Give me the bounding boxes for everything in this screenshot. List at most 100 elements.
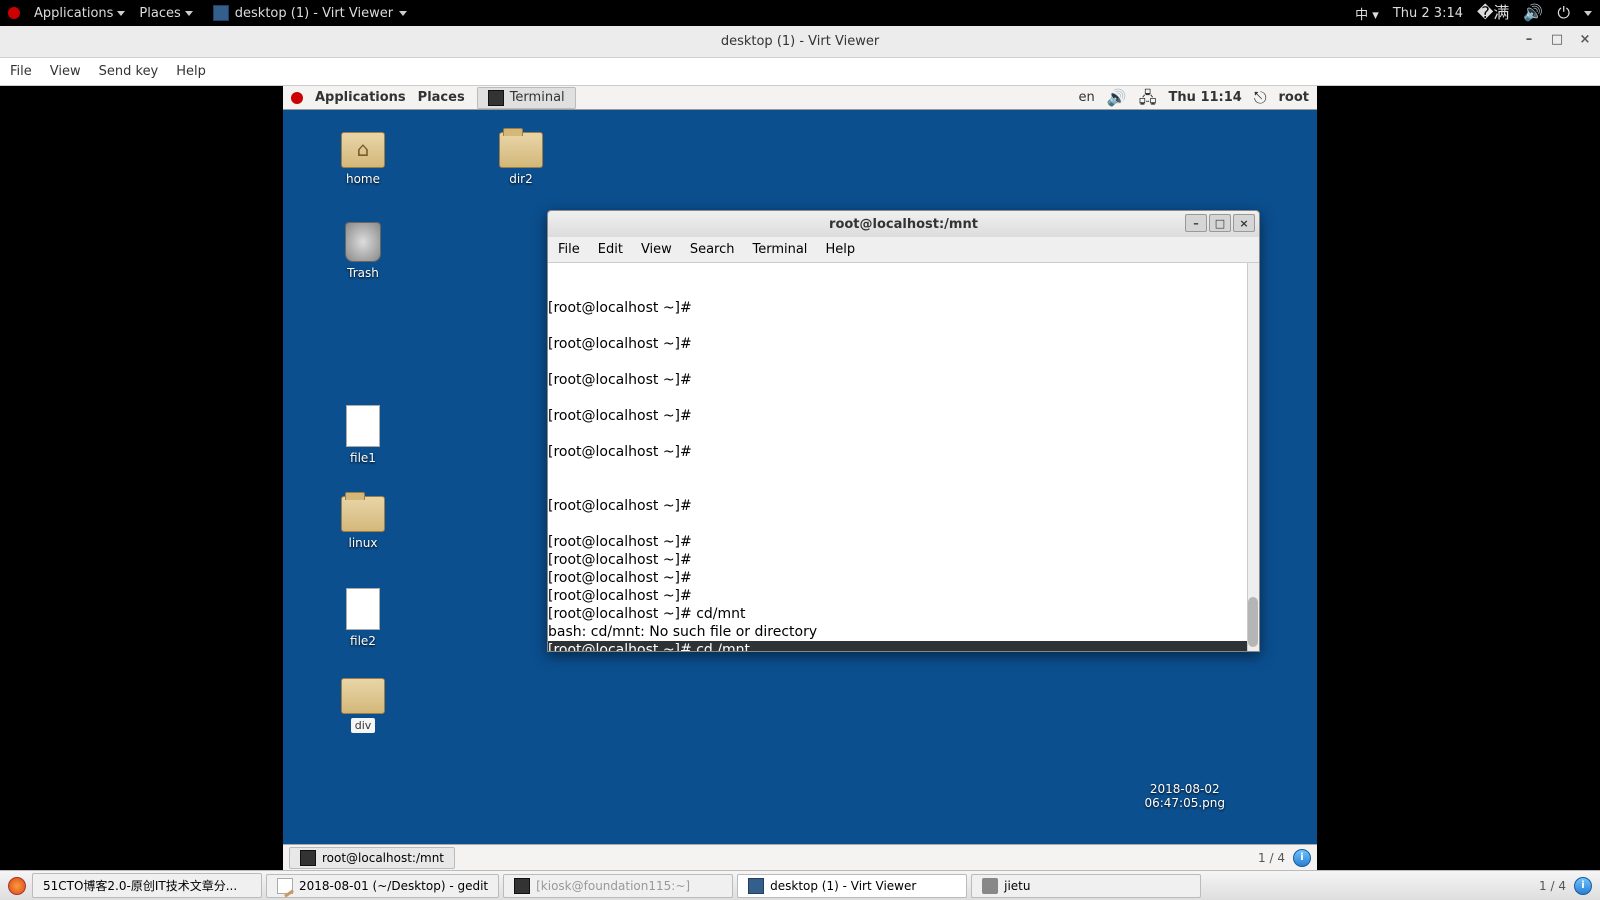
folder-icon bbox=[499, 132, 543, 168]
task-label: root@localhost:/mnt bbox=[322, 851, 444, 865]
menu-help[interactable]: Help bbox=[176, 64, 206, 79]
panel-task-label: desktop (1) - Virt Viewer bbox=[235, 6, 393, 21]
guest-user[interactable]: root bbox=[1279, 90, 1310, 105]
terminal-line: [root@localhost ~]# bbox=[548, 443, 1259, 461]
outer-bottom-panel: 51CTO博客2.0-原创IT技术文章分... 2018-08-01 (~/De… bbox=[0, 870, 1600, 900]
ime-indicator[interactable]: 中 ▾ bbox=[1355, 4, 1379, 23]
places-menu[interactable]: Places bbox=[139, 6, 192, 21]
guest-lang-indicator[interactable]: en bbox=[1079, 90, 1095, 105]
icon-label-line2: 06:47:05.png bbox=[1144, 796, 1225, 810]
scrollbar-thumb[interactable] bbox=[1248, 597, 1258, 647]
scrollbar[interactable] bbox=[1247, 263, 1259, 651]
volume-icon[interactable]: 🔊 bbox=[1523, 5, 1543, 21]
file-icon bbox=[346, 405, 380, 447]
network-icon[interactable]: 🖧 bbox=[1139, 90, 1157, 106]
guest-applications-menu[interactable]: Applications bbox=[315, 90, 406, 105]
icon-label: Trash bbox=[323, 266, 403, 280]
terminal-line: [root@localhost ~]# bbox=[548, 587, 1259, 605]
maximize-button[interactable]: □ bbox=[1550, 32, 1564, 47]
guest-places-menu[interactable]: Places bbox=[418, 90, 465, 105]
terminal-line bbox=[548, 389, 1259, 407]
taskbar-item-gedit[interactable]: 2018-08-01 (~/Desktop) - gedit bbox=[266, 874, 499, 898]
outer-top-panel: Applications Places desktop (1) - Virt V… bbox=[0, 0, 1600, 26]
task-label: [kiosk@foundation115:~] bbox=[536, 879, 690, 893]
desktop-icon-dir2[interactable]: dir2 bbox=[481, 132, 561, 186]
desktop-icon-linux[interactable]: linux bbox=[323, 496, 403, 550]
notification-badge[interactable]: i bbox=[1574, 877, 1592, 895]
workspace-indicator[interactable]: 1 / 4 bbox=[1258, 851, 1285, 865]
minimize-button[interactable]: – bbox=[1185, 214, 1207, 232]
menu-view[interactable]: View bbox=[641, 242, 672, 257]
taskbar-item-browser[interactable]: 51CTO博客2.0-原创IT技术文章分... bbox=[32, 873, 262, 898]
wifi-icon[interactable]: �满 bbox=[1477, 5, 1509, 21]
terminal-line bbox=[548, 353, 1259, 371]
menu-terminal[interactable]: Terminal bbox=[752, 242, 807, 257]
terminal-line: bash: cd/mnt: No such file or directory bbox=[548, 623, 1259, 641]
chevron-down-icon bbox=[117, 11, 125, 16]
terminal-window[interactable]: root@localhost:/mnt – □ × File Edit View… bbox=[547, 210, 1260, 652]
menu-help[interactable]: Help bbox=[825, 242, 855, 257]
desktop-icon-home[interactable]: home bbox=[323, 132, 403, 186]
close-button[interactable]: × bbox=[1578, 32, 1592, 47]
app-icon bbox=[982, 878, 998, 894]
menu-edit[interactable]: Edit bbox=[598, 242, 623, 257]
notification-badge[interactable]: i bbox=[1293, 849, 1311, 867]
icon-label: linux bbox=[323, 536, 403, 550]
guest-panel-task[interactable]: Terminal bbox=[477, 87, 576, 109]
terminal-line: [root@localhost ~]# bbox=[548, 569, 1259, 587]
virt-viewer-menubar: File View Send key Help bbox=[0, 58, 1600, 86]
terminal-line bbox=[548, 317, 1259, 335]
desktop-icon-trash[interactable]: Trash bbox=[323, 222, 403, 280]
menu-sendkey[interactable]: Send key bbox=[99, 64, 159, 79]
terminal-icon bbox=[300, 850, 316, 866]
desktop-icon-file1[interactable]: file1 bbox=[323, 405, 403, 465]
terminal-line bbox=[548, 461, 1259, 479]
taskbar-item-virt-viewer[interactable]: desktop (1) - Virt Viewer bbox=[737, 874, 967, 898]
guest-clock[interactable]: Thu 11:14 bbox=[1169, 90, 1242, 105]
window-titlebar[interactable]: desktop (1) - Virt Viewer – □ × bbox=[0, 26, 1600, 58]
menu-search[interactable]: Search bbox=[690, 242, 735, 257]
firefox-icon[interactable] bbox=[8, 877, 26, 895]
logout-icon[interactable]: ⎋ bbox=[1254, 90, 1267, 106]
terminal-line: [root@localhost ~]# cd/mnt bbox=[548, 605, 1259, 623]
chevron-down-icon bbox=[399, 11, 407, 16]
workspace-indicator[interactable]: 1 / 4 bbox=[1539, 879, 1566, 893]
desktop-icon-div[interactable]: div bbox=[323, 678, 403, 733]
gedit-icon bbox=[277, 878, 293, 894]
desktop-icon-screenshot[interactable]: 2018-08-02 06:47:05.png bbox=[1144, 782, 1225, 810]
power-icon[interactable]: ⏻ bbox=[1557, 5, 1570, 21]
task-label: 51CTO博客2.0-原创IT技术文章分... bbox=[43, 877, 237, 894]
chevron-down-icon bbox=[1584, 11, 1592, 16]
file-icon bbox=[346, 588, 380, 630]
clock[interactable]: Thu 2 3:14 bbox=[1393, 6, 1463, 21]
volume-icon[interactable]: 🔊 bbox=[1107, 90, 1127, 106]
menu-file[interactable]: File bbox=[558, 242, 580, 257]
maximize-button[interactable]: □ bbox=[1209, 214, 1231, 232]
panel-active-task[interactable]: desktop (1) - Virt Viewer bbox=[207, 3, 413, 23]
applications-menu[interactable]: Applications bbox=[34, 6, 125, 21]
close-button[interactable]: × bbox=[1233, 214, 1255, 232]
menu-file[interactable]: File bbox=[10, 64, 32, 79]
terminal-line: [root@localhost ~]# bbox=[548, 551, 1259, 569]
terminal-line-selected: [root@localhost ~]# cd /mnt bbox=[548, 641, 1259, 651]
guest-task-label: Terminal bbox=[510, 90, 565, 105]
terminal-line: [root@localhost ~]# bbox=[548, 299, 1259, 317]
distro-icon bbox=[291, 92, 303, 104]
guest-screen[interactable]: Applications Places Terminal en 🔊 🖧 Thu … bbox=[283, 86, 1317, 870]
menu-view[interactable]: View bbox=[50, 64, 81, 79]
guest-desktop[interactable]: home dir2 Trash file1 linux bbox=[283, 110, 1317, 844]
virt-viewer-icon bbox=[213, 5, 229, 21]
folder-icon bbox=[341, 678, 385, 714]
icon-label-line1: 2018-08-02 bbox=[1144, 782, 1225, 796]
terminal-title: root@localhost:/mnt bbox=[829, 217, 978, 232]
taskbar-item-kiosk-terminal[interactable]: [kiosk@foundation115:~] bbox=[503, 874, 733, 898]
terminal-body[interactable]: [root@localhost ~]# [root@localhost ~]# … bbox=[548, 263, 1259, 651]
taskbar-item-terminal[interactable]: root@localhost:/mnt bbox=[289, 847, 455, 869]
guest-top-panel: Applications Places Terminal en 🔊 🖧 Thu … bbox=[283, 86, 1317, 110]
terminal-icon bbox=[488, 90, 504, 106]
minimize-button[interactable]: – bbox=[1522, 32, 1536, 47]
taskbar-item-jietu[interactable]: jietu bbox=[971, 874, 1201, 898]
terminal-titlebar[interactable]: root@localhost:/mnt – □ × bbox=[548, 211, 1259, 237]
chevron-down-icon bbox=[185, 11, 193, 16]
desktop-icon-file2[interactable]: file2 bbox=[323, 588, 403, 648]
